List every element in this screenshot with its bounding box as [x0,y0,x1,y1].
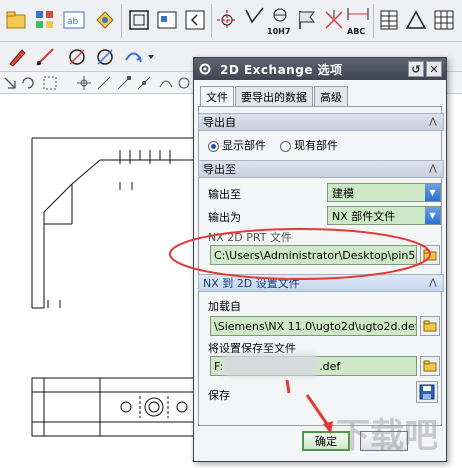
watermark-logo: 下载吧 [336,416,438,456]
highlight-ellipse [169,228,431,280]
annotation-stroke [285,379,291,394]
annotation-overlay [169,228,431,434]
pointer-arrow [305,394,331,428]
